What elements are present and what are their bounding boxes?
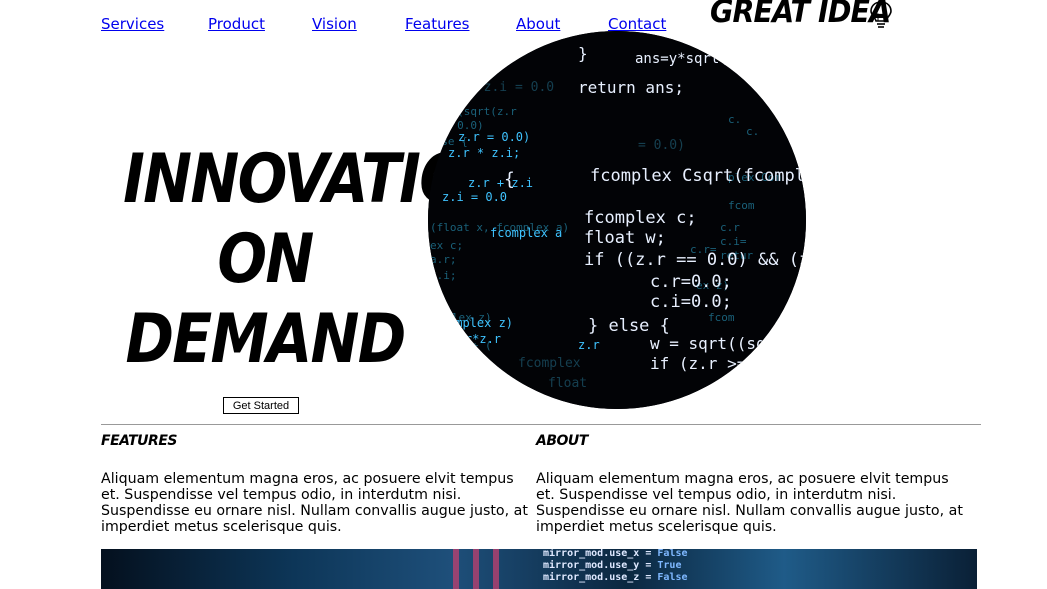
nav-link-features[interactable]: Features: [405, 15, 470, 33]
banner-glow: [453, 549, 459, 589]
code-line: ans=y*sqrt(1.0+temp*: [635, 51, 804, 67]
svg-text:sqrt((sqrt(z.r: sqrt((sqrt(z.r: [428, 105, 517, 118]
svg-text:ex c;: ex c;: [430, 239, 463, 252]
hero-title: INNOVATION ON DEMAND: [123, 140, 516, 380]
banner-code-line: mirror_mod.use_z = False: [543, 572, 688, 583]
svg-text:fcom: fcom: [708, 311, 735, 324]
banner-code: mirror_mod.use_x = False mirror_mod.use_…: [543, 549, 688, 584]
hero-title-line: DEMAND: [125, 300, 406, 379]
code-line: }: [578, 44, 588, 63]
svg-text:y-z.r*z.r: y-z.r*z.r: [436, 332, 501, 346]
svg-text:c.: c.: [728, 113, 741, 126]
code-line: c.i=0.0;: [650, 292, 732, 312]
banner-glow: [473, 549, 479, 589]
lightbulb-icon: [870, 1, 892, 28]
about-section: ABOUT Aliquam elementum magna eros, ac p…: [536, 432, 964, 535]
code-line: fcomplex Csqrt(fcomplex z): [590, 166, 806, 186]
svg-text:z.r = 0.0): z.r = 0.0): [458, 130, 530, 144]
svg-text:c.r: c.r: [720, 221, 740, 234]
code-line: c.r=0.0;: [650, 272, 732, 292]
code-line: if (z.r >= 0.0){: [650, 354, 804, 373]
svg-text:ymplex z): ymplex z): [448, 316, 513, 330]
svg-text:{ z.i = 0.0: { z.i = 0.0: [468, 80, 554, 95]
svg-text:z.r * z.i;: z.r * z.i;: [448, 146, 520, 160]
nav-link-vision[interactable]: Vision: [312, 15, 357, 33]
svg-text:fcomplex: fcomplex: [518, 356, 581, 371]
svg-text:z.r: z.r: [578, 338, 600, 352]
about-heading: ABOUT: [536, 433, 588, 449]
code-line: float w;: [584, 228, 666, 248]
svg-text:a.i;: a.i;: [430, 269, 457, 282]
nav-link-services[interactable]: Services: [101, 15, 164, 33]
svg-text:z.i = 0.0: z.i = 0.0: [442, 190, 507, 204]
code-line: w = sqrt((sqrt(z.r: [650, 334, 806, 353]
get-started-button[interactable]: Get Started: [223, 397, 299, 414]
features-text: Aliquam elementum magna eros, ac posuere…: [101, 471, 528, 535]
svg-text:float: float: [548, 376, 587, 391]
banner-glow: [493, 549, 499, 589]
hero-title-line: INNOVATION: [123, 140, 516, 219]
banner-code-line: mirror_mod.use_y = True: [543, 560, 682, 571]
banner-code-line: mirror_mod.use_x = False: [543, 549, 688, 559]
svg-text:fcomplex a: fcomplex a: [490, 226, 562, 240]
svg-text:c.i=: c.i=: [720, 235, 747, 248]
bottom-code-banner: mirror_mod.use_x = False mirror_mod.use_…: [101, 549, 977, 589]
svg-text:fcom: fcom: [728, 199, 755, 212]
site-logo[interactable]: GREAT IDEA: [710, 0, 891, 30]
svg-text:c.: c.: [746, 125, 759, 138]
svg-text:z.r + z.i: z.r + z.i: [468, 176, 533, 190]
code-line: return ans;: [578, 78, 684, 97]
code-line: if ((z.r == 0.0) && (z.i == 0.0): [584, 250, 806, 270]
svg-text:a.r;: a.r;: [430, 253, 457, 266]
nav-link-about[interactable]: About: [516, 15, 560, 33]
about-text: Aliquam elementum magna eros, ac posuere…: [536, 471, 963, 535]
hero-code-image: sqrt((sqrt(z.r .x + 0.0) else { (float x…: [428, 31, 806, 409]
code-line: } else {: [588, 316, 670, 336]
nav-link-product[interactable]: Product: [208, 15, 265, 33]
features-heading: FEATURES: [101, 433, 177, 449]
features-section: FEATURES Aliquam elementum magna eros, a…: [101, 432, 529, 535]
hero-title-line: ON: [217, 220, 314, 299]
section-divider: [101, 424, 981, 425]
code-line: fcomplex c;: [584, 208, 697, 228]
svg-text:= 0.0): = 0.0): [638, 138, 685, 153]
